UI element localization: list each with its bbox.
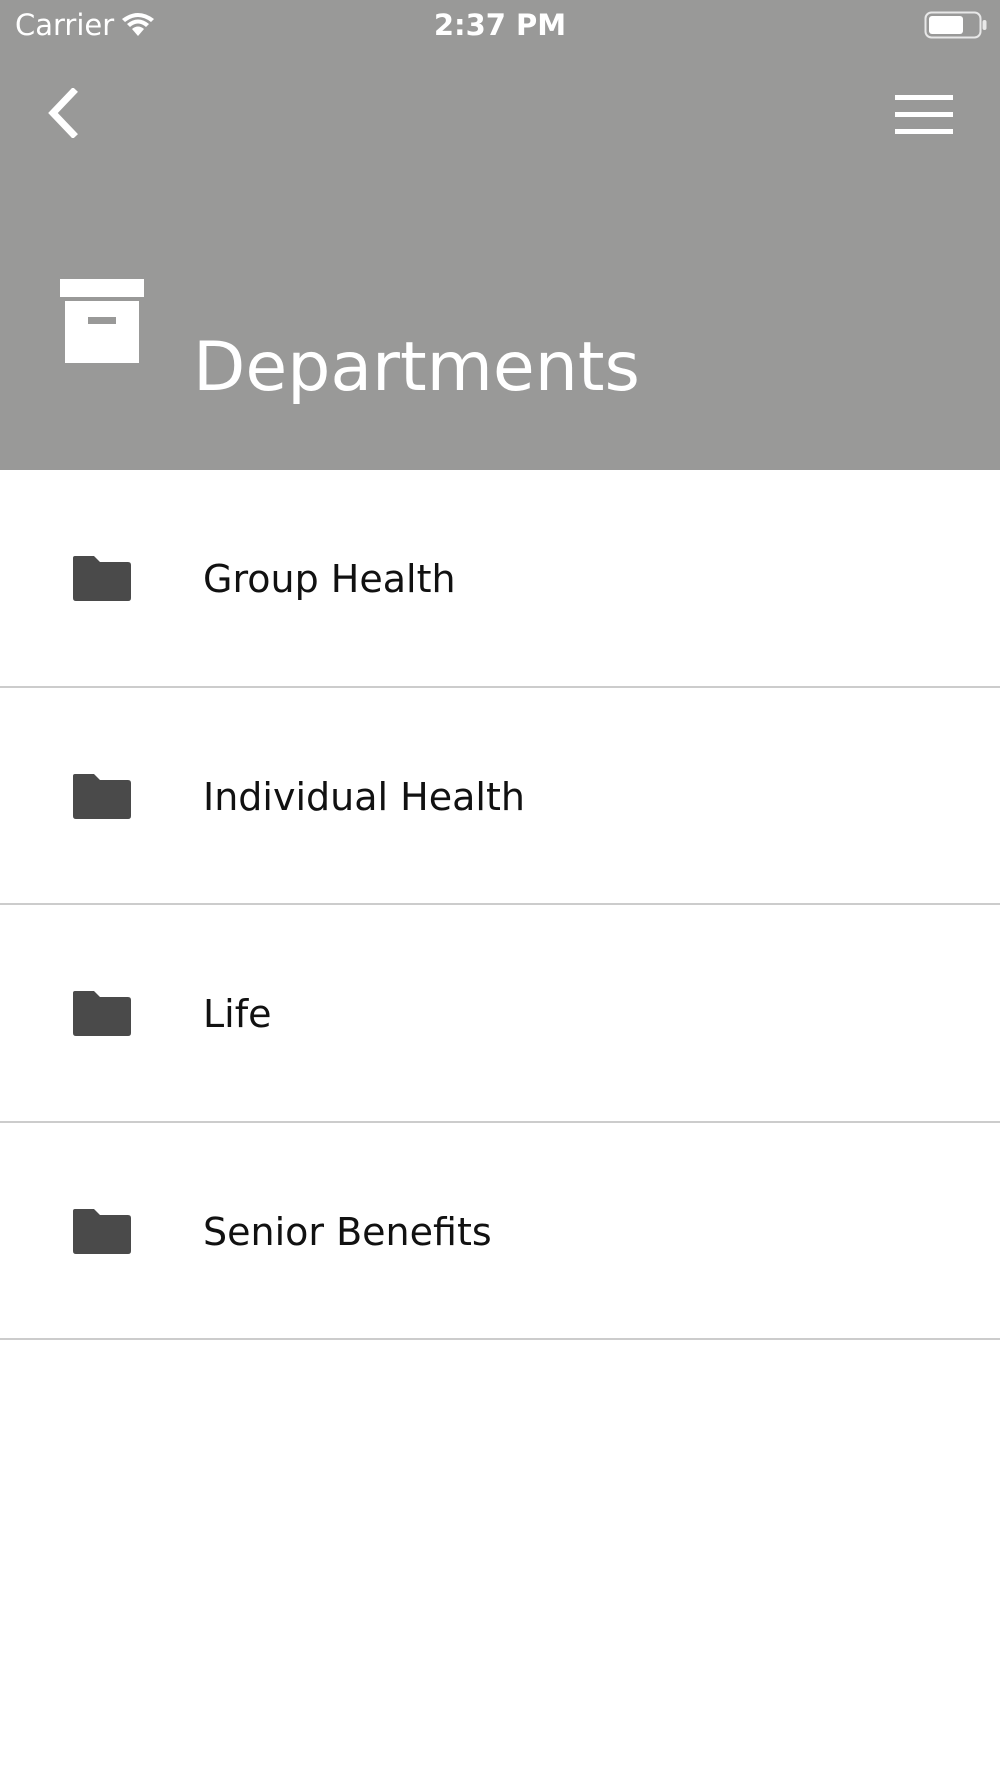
list-item-life[interactable]: Life — [0, 905, 1000, 1123]
list-item-senior-benefits[interactable]: Senior Benefits — [0, 1123, 1000, 1340]
list-item-label: Group Health — [203, 557, 456, 601]
department-list: Group Health Individual Health Life Seni… — [0, 470, 1000, 1340]
archive-box-icon — [60, 279, 144, 363]
app-screen: Carrier 2:37 PM Departments Group Health… — [0, 0, 1000, 1778]
list-item-label: Individual Health — [203, 774, 525, 819]
folder-icon — [73, 1208, 131, 1254]
folder-icon — [73, 773, 131, 819]
list-item-label: Life — [203, 992, 272, 1036]
list-item-label: Senior Benefits — [203, 1209, 492, 1254]
back-button[interactable] — [28, 78, 98, 148]
hamburger-menu-icon — [895, 95, 953, 134]
menu-button[interactable] — [880, 80, 970, 150]
list-item-group-health[interactable]: Group Health — [0, 470, 1000, 688]
header: Carrier 2:37 PM Departments — [0, 0, 1000, 470]
folder-icon — [73, 991, 131, 1036]
status-time: 2:37 PM — [433, 8, 567, 42]
status-bar: Carrier 2:37 PM — [0, 0, 1000, 50]
battery-icon — [924, 11, 987, 39]
folder-icon — [73, 556, 131, 601]
list-item-individual-health[interactable]: Individual Health — [0, 688, 1000, 905]
chevron-left-icon — [48, 88, 78, 138]
page-title: Departments — [193, 327, 640, 407]
